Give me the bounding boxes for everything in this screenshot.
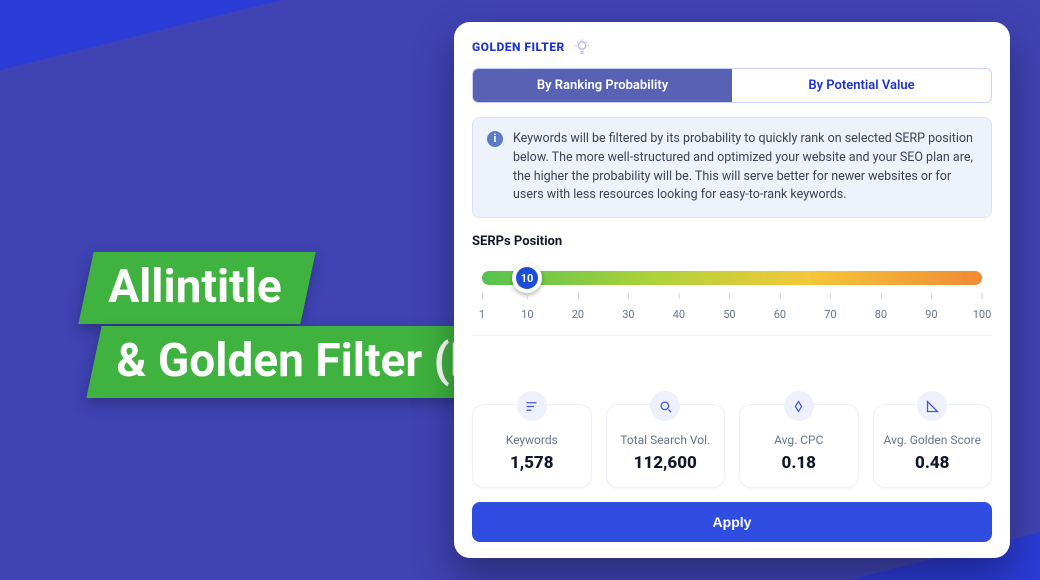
metric-value: 0.18 [748,453,850,473]
slider-ticks: 1 10 20 30 40 50 60 70 80 90 100 [482,293,982,325]
stage: Allintitle & Golden Filter (Part 2) GOLD… [0,0,1040,580]
filter-tabs: By Ranking Probability By Potential Valu… [472,68,992,103]
search-volume-icon [650,391,680,421]
tick-label: 10 [521,308,533,321]
metric-golden-score: Avg. Golden Score 0.48 [873,404,993,488]
metric-value: 0.48 [882,453,984,473]
overlay-title-line1-text: Allintitle [108,260,282,314]
lightbulb-icon [573,38,591,56]
slider-value: 10 [521,272,534,285]
tick-label: 20 [572,308,584,321]
metric-label: Avg. Golden Score [882,433,984,447]
apply-button[interactable]: Apply [472,502,992,542]
metric-label: Keywords [481,433,583,447]
tick-label: 70 [824,308,836,321]
tab-ranking-probability[interactable]: By Ranking Probability [473,69,732,102]
metric-keywords: Keywords 1,578 [472,404,592,488]
cpc-icon [784,391,814,421]
tab-potential-value[interactable]: By Potential Value [732,69,991,102]
golden-filter-panel: GOLDEN FILTER By Ranking Probability By … [454,22,1010,558]
panel-title: GOLDEN FILTER [472,40,565,54]
info-text: Keywords will be filtered by its probabi… [513,130,977,205]
serps-slider[interactable]: 10 1 10 20 30 40 50 60 70 80 90 100 [472,261,992,325]
slider-rail[interactable]: 10 [482,271,982,285]
tick-label: 1 [479,308,485,321]
tick-label: 30 [622,308,634,321]
tick-label: 40 [673,308,685,321]
golden-score-icon [917,391,947,421]
tick-label: 50 [723,308,735,321]
tick-label: 100 [973,308,992,321]
serps-position-label: SERPs Position [472,234,992,249]
metrics-row: Keywords 1,578 Total Search Vol. 112,600… [472,404,992,488]
info-box: i Keywords will be filtered by its proba… [472,117,992,218]
tick-label: 90 [925,308,937,321]
panel-title-row: GOLDEN FILTER [472,38,992,56]
tick-label: 60 [774,308,786,321]
divider [472,335,992,336]
metric-label: Avg. CPC [748,433,850,447]
metric-search-volume: Total Search Vol. 112,600 [606,404,726,488]
metric-label: Total Search Vol. [615,433,717,447]
tick-label: 80 [875,308,887,321]
info-icon: i [487,131,503,147]
overlay-title-line1: Allintitle [78,252,315,324]
keywords-icon [517,391,547,421]
metric-value: 1,578 [481,453,583,473]
metric-value: 112,600 [615,453,717,473]
metric-avg-cpc: Avg. CPC 0.18 [739,404,859,488]
slider-knob[interactable]: 10 [512,263,542,293]
